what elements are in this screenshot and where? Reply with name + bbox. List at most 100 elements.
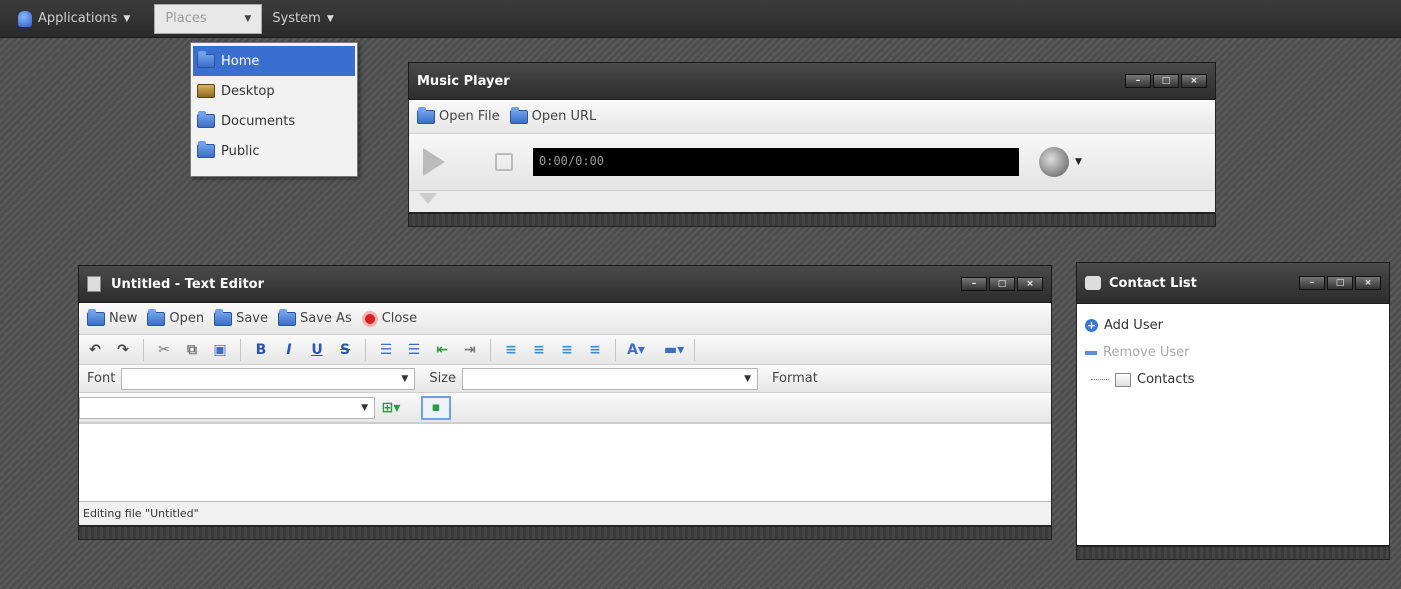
indent-icon[interactable]: ⇥ <box>462 342 478 358</box>
justify-icon[interactable]: ≡ <box>587 342 603 358</box>
open-url-label: Open URL <box>531 109 597 124</box>
tree-item-contacts[interactable]: Contacts <box>1085 366 1381 393</box>
window-resize-bar[interactable] <box>78 526 1052 540</box>
numbered-list-icon[interactable]: ☰ <box>378 342 394 358</box>
add-user-label: Add User <box>1104 318 1163 333</box>
gnome-foot-icon <box>18 10 32 27</box>
applications-menu[interactable]: Applications ▼ <box>8 4 140 34</box>
open-url-button[interactable]: Open URL <box>509 106 597 124</box>
save-button[interactable]: Save <box>214 308 269 326</box>
font-toolbar: Font ▼ Size ▼ Format <box>79 365 1051 393</box>
contact-list-title-bar[interactable]: Contact List – □ × <box>1076 262 1390 304</box>
window-title: Contact List <box>1109 275 1197 291</box>
save-icon <box>214 308 233 326</box>
align-left-icon[interactable]: ≡ <box>503 342 519 358</box>
minimize-button[interactable]: – <box>961 277 987 291</box>
seek-bar[interactable] <box>409 190 1215 212</box>
toolbar-separator <box>615 338 616 361</box>
volume-chevron-icon[interactable]: ▼ <box>1075 157 1082 167</box>
chevron-down-icon: ▼ <box>123 13 131 24</box>
style-toolbar: ▼ ⊞▾ ▪ <box>79 393 1051 423</box>
outdent-icon[interactable]: ⇤ <box>434 342 450 358</box>
add-user-button[interactable]: + Add User <box>1085 312 1381 339</box>
save-label: Save <box>236 311 269 326</box>
undo-icon[interactable]: ↶ <box>87 342 103 358</box>
minimize-button[interactable]: – <box>1125 74 1151 88</box>
remove-user-button[interactable]: Remove User <box>1085 339 1381 366</box>
font-select[interactable]: ▼ <box>121 367 416 390</box>
new-label: New <box>109 311 138 326</box>
minus-icon <box>1085 350 1097 355</box>
stop-icon[interactable] <box>495 153 513 171</box>
window-title: Music Player <box>417 73 510 89</box>
redo-icon[interactable]: ↷ <box>115 342 131 358</box>
folder-icon <box>197 141 215 158</box>
music-player-toolbar: Open File Open URL <box>409 100 1215 134</box>
volume-icon[interactable] <box>1039 147 1069 177</box>
highlight-color-icon[interactable]: ▬▾ <box>664 342 684 358</box>
seek-handle-icon[interactable] <box>419 193 437 204</box>
plus-icon: + <box>1085 319 1098 332</box>
applications-menu-label: Applications <box>38 11 118 26</box>
open-button[interactable]: Open <box>147 308 204 326</box>
maximize-button[interactable]: □ <box>989 277 1015 291</box>
toolbar-separator <box>143 338 144 361</box>
underline-icon[interactable]: U <box>309 342 325 358</box>
close-button[interactable]: × <box>1181 74 1207 88</box>
places-menu-label: Places <box>165 11 207 26</box>
contacts-icon <box>1115 372 1131 387</box>
editor-status-bar: Editing file "Untitled" <box>79 501 1051 525</box>
contact-list-window: Contact List – □ × + Add User Remove Use… <box>1076 262 1390 560</box>
new-button[interactable]: New <box>87 308 138 326</box>
align-right-icon[interactable]: ≡ <box>559 342 575 358</box>
close-label: Close <box>381 311 418 326</box>
minimize-button[interactable]: – <box>1299 276 1325 290</box>
save-as-icon <box>278 308 297 326</box>
window-resize-bar[interactable] <box>408 213 1216 227</box>
close-doc-button[interactable]: Close <box>361 310 418 327</box>
places-menu[interactable]: Places ▼ <box>154 3 263 34</box>
insert-image-icon[interactable]: ⊞▾ <box>382 400 401 416</box>
bulleted-list-icon[interactable]: ☰ <box>406 342 422 358</box>
open-file-button[interactable]: Open File <box>417 106 500 124</box>
system-menu-label: System <box>272 11 321 26</box>
window-controls: – □ × <box>961 277 1043 291</box>
places-item-desktop[interactable]: Desktop <box>193 76 355 106</box>
system-menu[interactable]: System ▼ <box>262 4 343 34</box>
window-resize-bar[interactable] <box>1076 546 1390 560</box>
special-char-icon[interactable]: ▪ <box>421 395 451 420</box>
cut-icon[interactable]: ✂ <box>156 342 172 358</box>
places-item-documents[interactable]: Documents <box>193 106 355 136</box>
italic-icon[interactable]: I <box>281 342 297 358</box>
window-controls: – □ × <box>1125 74 1207 88</box>
close-button[interactable]: × <box>1017 277 1043 291</box>
home-folder-icon <box>197 51 215 68</box>
text-color-icon[interactable]: A▾ <box>627 342 645 358</box>
text-editor-title-bar[interactable]: Untitled - Text Editor – □ × <box>78 265 1052 303</box>
music-player-window: Music Player – □ × Open File Open URL 0:… <box>408 62 1216 227</box>
maximize-button[interactable]: □ <box>1153 74 1179 88</box>
format-label: Format <box>772 371 818 386</box>
format-select[interactable]: ▼ <box>79 396 375 419</box>
open-folder-icon <box>147 308 166 326</box>
close-button[interactable]: × <box>1355 276 1381 290</box>
text-editor-window: Untitled - Text Editor – □ × New Open Sa… <box>78 265 1052 540</box>
places-item-home[interactable]: Home <box>193 46 355 76</box>
size-select[interactable]: ▼ <box>462 367 758 390</box>
copy-icon[interactable]: ⧉ <box>184 342 200 358</box>
places-item-public[interactable]: Public <box>193 136 355 166</box>
bold-icon[interactable]: B <box>253 342 269 358</box>
music-player-title-bar[interactable]: Music Player – □ × <box>408 62 1216 100</box>
open-file-label: Open File <box>439 109 500 124</box>
save-as-button[interactable]: Save As <box>278 308 352 326</box>
align-center-icon[interactable]: ≡ <box>531 342 547 358</box>
maximize-button[interactable]: □ <box>1327 276 1353 290</box>
play-icon[interactable] <box>423 148 445 176</box>
top-panel: Applications ▼ Places ▼ System ▼ <box>0 0 1401 38</box>
places-dropdown: Home Desktop Documents Public <box>190 42 358 177</box>
strikethrough-icon[interactable]: S <box>337 342 353 358</box>
contact-list-body: + Add User Remove User Contacts <box>1076 304 1390 546</box>
editor-text-area[interactable] <box>79 423 1051 501</box>
paste-icon[interactable]: ▣ <box>212 342 228 358</box>
open-folder-icon <box>509 106 528 124</box>
